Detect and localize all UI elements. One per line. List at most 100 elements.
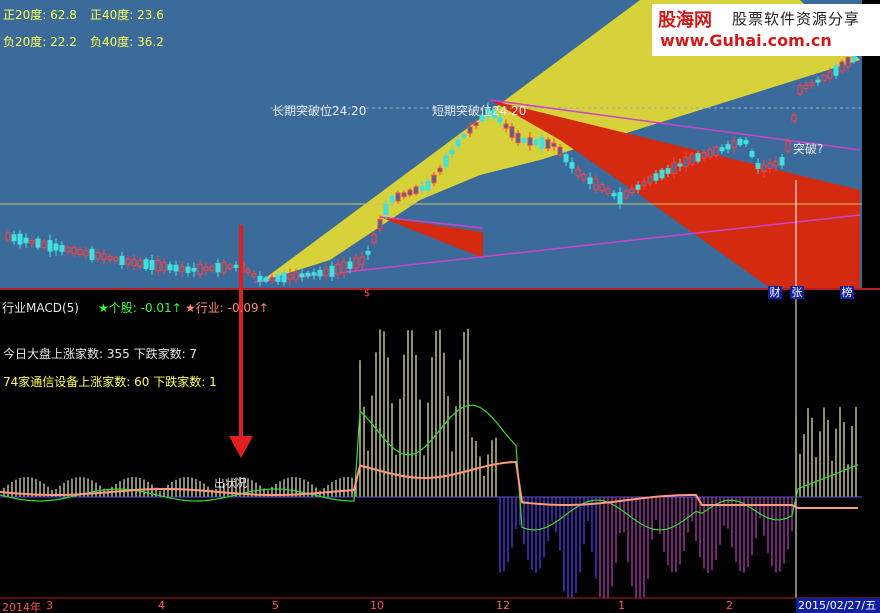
candle-body (533, 139, 539, 146)
candle-body (617, 192, 623, 204)
candle-body (215, 263, 221, 273)
stock-value: -0.01↑ (140, 301, 182, 315)
industry-label: ★行业: (185, 301, 224, 315)
long-breakout-label: 长期突破位24.20 (272, 104, 367, 118)
axis-month-10: 10 (370, 599, 384, 612)
candle-body (467, 126, 473, 134)
chart-window: 正20度: 62.8 正40度: 23.6 负20度: 22.2 负40度: 3… (0, 0, 880, 613)
candle-body (737, 138, 743, 146)
pos40-stat: 正40度: 23.6 (90, 8, 164, 22)
candle-body (341, 261, 347, 274)
macd-histogram (3, 328, 857, 605)
candle-body (329, 265, 335, 277)
candle-body (593, 178, 599, 190)
candle-body (833, 65, 839, 76)
candle-body (659, 169, 665, 179)
candle-body (515, 132, 521, 144)
candle-body (11, 234, 17, 242)
candle-body (29, 239, 35, 244)
candle-body (677, 163, 683, 167)
candle-body (17, 233, 23, 245)
axis-month-3: 3 (46, 599, 53, 612)
candle-body (791, 114, 797, 122)
breakout-question: 突破? (793, 142, 824, 156)
candle-body (671, 162, 677, 174)
candle-body (305, 272, 311, 277)
pos40-label: 正40度: (90, 8, 134, 22)
candle-body (113, 257, 119, 262)
event-badge-finance[interactable]: 财 (768, 286, 782, 299)
pos20-label: 正20度: (3, 8, 47, 22)
candle-body (383, 204, 389, 216)
industry-value: -0.09↑ (227, 301, 269, 315)
candle-body (695, 153, 701, 162)
candle-body (503, 123, 509, 129)
candle-body (227, 264, 233, 270)
short-breakout-label: 短期突破位24.20 (432, 104, 527, 118)
candle-body (569, 162, 575, 169)
candle-body (143, 259, 149, 269)
candle-body (359, 256, 365, 266)
candle-body (101, 253, 107, 261)
candle-body (641, 181, 647, 187)
panel-separator (0, 288, 880, 290)
candle-body (41, 240, 47, 249)
candle-body (35, 238, 41, 248)
pos40-value: 23.6 (137, 8, 164, 22)
candle-body (683, 156, 689, 168)
candle-body (377, 218, 383, 230)
candle-body (773, 160, 779, 167)
axis-month-5: 5 (272, 599, 279, 612)
candle-body (521, 138, 527, 144)
indicator-title[interactable]: 行业MACD(5) (2, 301, 79, 315)
stock-label: ★个股: (98, 301, 137, 315)
candle-body (53, 243, 59, 251)
event-badge-list[interactable]: 榜 (840, 286, 854, 299)
candle-body (803, 85, 809, 89)
candle-body (599, 184, 605, 192)
candle-body (317, 269, 323, 277)
candle-body (419, 185, 425, 191)
candle-body (89, 248, 95, 261)
candle-body (623, 190, 629, 199)
candle-body (191, 267, 197, 272)
neg20-label: 负20度: (3, 35, 47, 49)
candle-body (137, 259, 143, 267)
candle-body (749, 151, 755, 157)
candle-body (707, 149, 713, 158)
candle-body (299, 273, 305, 278)
candle-body (437, 167, 443, 173)
candle-body (125, 258, 131, 265)
event-badge-rise[interactable]: 张 (790, 286, 804, 299)
candle-body (473, 122, 479, 126)
candle-body (161, 262, 167, 271)
candle-body (731, 140, 737, 149)
candle-body (563, 154, 569, 163)
candle-body (365, 250, 371, 255)
candle-body (815, 79, 821, 83)
candle-body (59, 245, 65, 252)
candle-body (347, 261, 353, 269)
candle-body (755, 163, 761, 169)
candle-body (311, 272, 317, 276)
candle-body (95, 251, 101, 260)
candle-body (257, 275, 263, 282)
dea-line (0, 460, 858, 509)
candle-body (389, 196, 395, 203)
candle-body (845, 57, 851, 68)
candle-body (653, 173, 659, 181)
candle-body (629, 188, 635, 194)
candle-body (221, 261, 227, 273)
candle-body (233, 264, 239, 268)
candle-body (605, 188, 611, 195)
pos20-stat: 正20度: 62.8 (3, 8, 77, 22)
candle-body (611, 192, 617, 197)
neg40-stat: 负40度: 36.2 (90, 35, 164, 49)
candle-body (539, 137, 545, 149)
neg20-value: 22.2 (50, 35, 77, 49)
axis-month-12: 12 (496, 599, 510, 612)
candle-body (155, 260, 161, 272)
candle-body (557, 146, 563, 156)
candle-body (497, 117, 503, 123)
candle-body (47, 240, 53, 252)
